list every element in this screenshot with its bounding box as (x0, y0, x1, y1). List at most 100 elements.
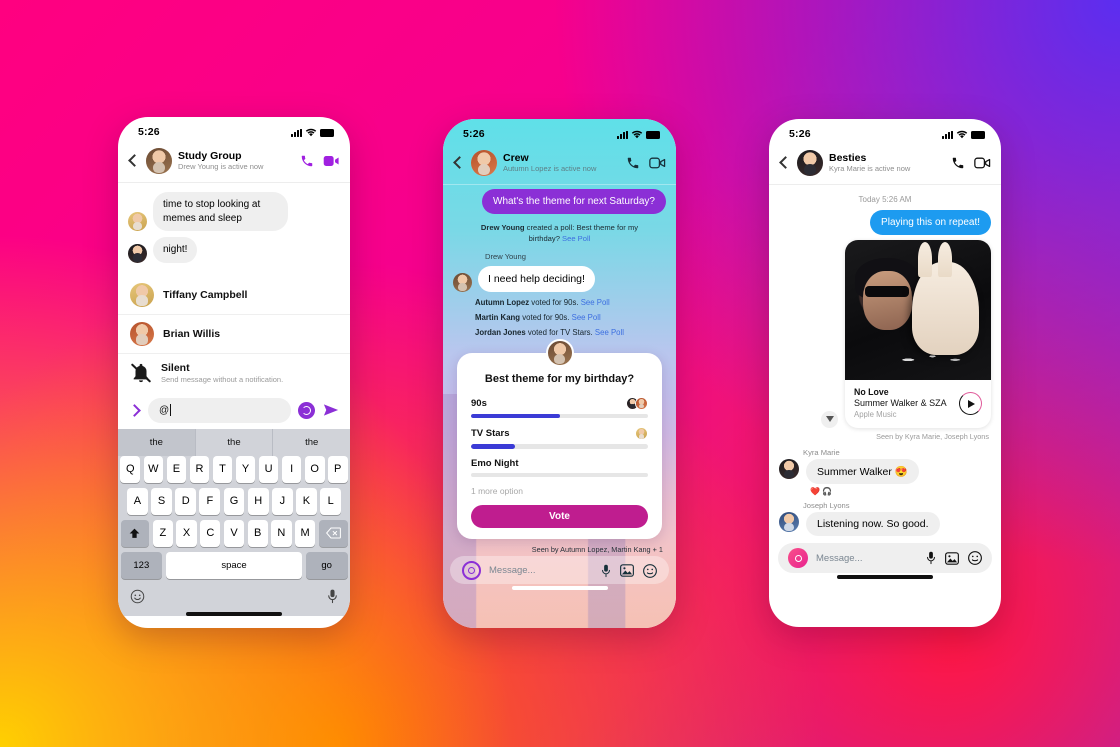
poll-option[interactable]: 90s (471, 396, 648, 419)
vote-button[interactable]: Vote (471, 505, 648, 529)
silent-option[interactable]: Silent Send message without a notificati… (118, 354, 350, 393)
poll-more-options[interactable]: 1 more option (471, 486, 648, 496)
see-poll-link[interactable]: See Poll (562, 234, 590, 243)
go-key[interactable]: go (305, 551, 348, 579)
cellular-icon (617, 130, 628, 139)
avatar[interactable] (779, 512, 799, 533)
avatar[interactable] (471, 150, 497, 176)
reply-icon[interactable] (821, 411, 838, 429)
avatar[interactable] (146, 148, 172, 174)
key-p[interactable]: P (327, 455, 348, 483)
chat-title-block[interactable]: Study Group Drew Young is active now (178, 150, 294, 171)
notice-text: voted for 90s. (529, 298, 581, 308)
message-reactions[interactable]: ❤️ 🎧 (810, 487, 919, 496)
microphone-icon[interactable] (601, 564, 611, 578)
message-bubble[interactable]: Summer Walker 😍 (806, 459, 919, 485)
music-card[interactable]: No Love Summer Walker & SZA Apple Music (845, 240, 991, 429)
chevron-left-icon[interactable] (777, 156, 791, 170)
key-i[interactable]: I (281, 455, 302, 483)
album-art (845, 240, 991, 380)
poll-option[interactable]: TV Stars (471, 427, 648, 449)
notice-text: voted for 90s. (520, 313, 572, 323)
phone-icon[interactable] (626, 156, 640, 170)
instagram-camera-icon[interactable] (788, 548, 808, 569)
prediction-0[interactable]: the (118, 428, 195, 456)
space-key[interactable]: space (165, 551, 303, 579)
key-x[interactable]: X (176, 519, 197, 547)
phone-icon[interactable] (951, 156, 965, 170)
key-d[interactable]: D (175, 487, 197, 515)
list-item[interactable]: Brian Willis (118, 315, 350, 354)
key-r[interactable]: R (189, 455, 210, 483)
send-arrow-icon[interactable] (322, 401, 340, 419)
instagram-camera-icon[interactable] (462, 561, 481, 581)
message-row: Listening now. So good. (769, 512, 1001, 537)
key-k[interactable]: K (296, 487, 317, 515)
key-q[interactable]: Q (120, 455, 141, 483)
key-y[interactable]: Y (235, 455, 256, 483)
key-n[interactable]: N (271, 519, 292, 547)
video-camera-icon[interactable] (974, 157, 991, 169)
key-b[interactable]: B (247, 519, 268, 547)
shift-icon[interactable] (120, 519, 150, 547)
key-l[interactable]: L (320, 487, 342, 515)
video-camera-icon[interactable] (323, 155, 340, 167)
key-c[interactable]: C (200, 519, 221, 547)
key-a[interactable]: A (127, 487, 148, 515)
message-input[interactable]: Message... (489, 565, 593, 576)
sticker-icon[interactable] (643, 563, 657, 578)
voter-avatars (626, 396, 648, 410)
avatar[interactable] (453, 273, 472, 293)
message-bubble[interactable]: night! (153, 237, 198, 263)
see-poll-link[interactable]: See Poll (581, 298, 610, 307)
image-icon[interactable] (620, 564, 634, 578)
emoji-icon[interactable] (130, 589, 145, 604)
key-f[interactable]: F (199, 487, 221, 515)
key-o[interactable]: O (304, 455, 325, 483)
message-input[interactable]: Message... (816, 553, 918, 564)
microphone-icon[interactable] (327, 589, 338, 604)
vote-notice: Martin Kang voted for 90s. See Poll (443, 310, 676, 325)
sticker-icon[interactable] (968, 551, 982, 566)
video-camera-icon[interactable] (649, 157, 666, 169)
numbers-key[interactable]: 123 (120, 551, 163, 579)
see-poll-link[interactable]: See Poll (595, 328, 624, 337)
chat-title-block[interactable]: Crew Autumn Lopez is active now (503, 152, 620, 173)
phone-icon[interactable] (300, 154, 314, 168)
chevron-left-icon[interactable] (451, 156, 465, 170)
key-v[interactable]: V (223, 519, 245, 547)
outgoing-message[interactable]: What's the theme for next Saturday? (482, 189, 666, 214)
chevron-right-icon[interactable] (128, 404, 141, 417)
backspace-icon[interactable] (318, 519, 348, 547)
chat-title-block[interactable]: Besties Kyra Marie is active now (829, 152, 945, 173)
key-e[interactable]: E (166, 455, 187, 483)
image-icon[interactable] (945, 551, 959, 565)
key-g[interactable]: G (223, 487, 245, 515)
key-s[interactable]: S (151, 487, 172, 515)
see-poll-link[interactable]: See Poll (572, 313, 601, 322)
chevron-left-icon[interactable] (126, 154, 140, 168)
key-w[interactable]: W (143, 455, 164, 483)
key-h[interactable]: H (247, 487, 269, 515)
key-t[interactable]: T (212, 455, 233, 483)
key-z[interactable]: Z (152, 519, 174, 547)
avatar[interactable] (779, 459, 799, 480)
message-bubble[interactable]: time to stop looking at memes and sleep (153, 192, 288, 231)
avatar[interactable] (797, 150, 823, 176)
list-item[interactable]: Tiffany Campbell (118, 276, 350, 315)
message-bubble[interactable]: I need help deciding! (478, 266, 595, 293)
key-j[interactable]: J (271, 487, 293, 515)
microphone-icon[interactable] (926, 551, 936, 565)
message-input[interactable]: @ (148, 397, 291, 423)
message-bubble[interactable]: Listening now. So good. (806, 512, 940, 537)
prediction-2[interactable]: the (272, 428, 350, 456)
key-m[interactable]: M (294, 519, 316, 547)
key-u[interactable]: U (258, 455, 279, 483)
poll-option[interactable]: Emo Night (471, 458, 648, 478)
play-icon[interactable] (959, 392, 982, 416)
instagram-ring-icon[interactable] (298, 401, 315, 419)
outgoing-message[interactable]: Playing this on repeat! (870, 210, 991, 235)
avatar[interactable] (128, 212, 147, 231)
prediction-1[interactable]: the (194, 428, 273, 456)
avatar[interactable] (128, 243, 147, 263)
